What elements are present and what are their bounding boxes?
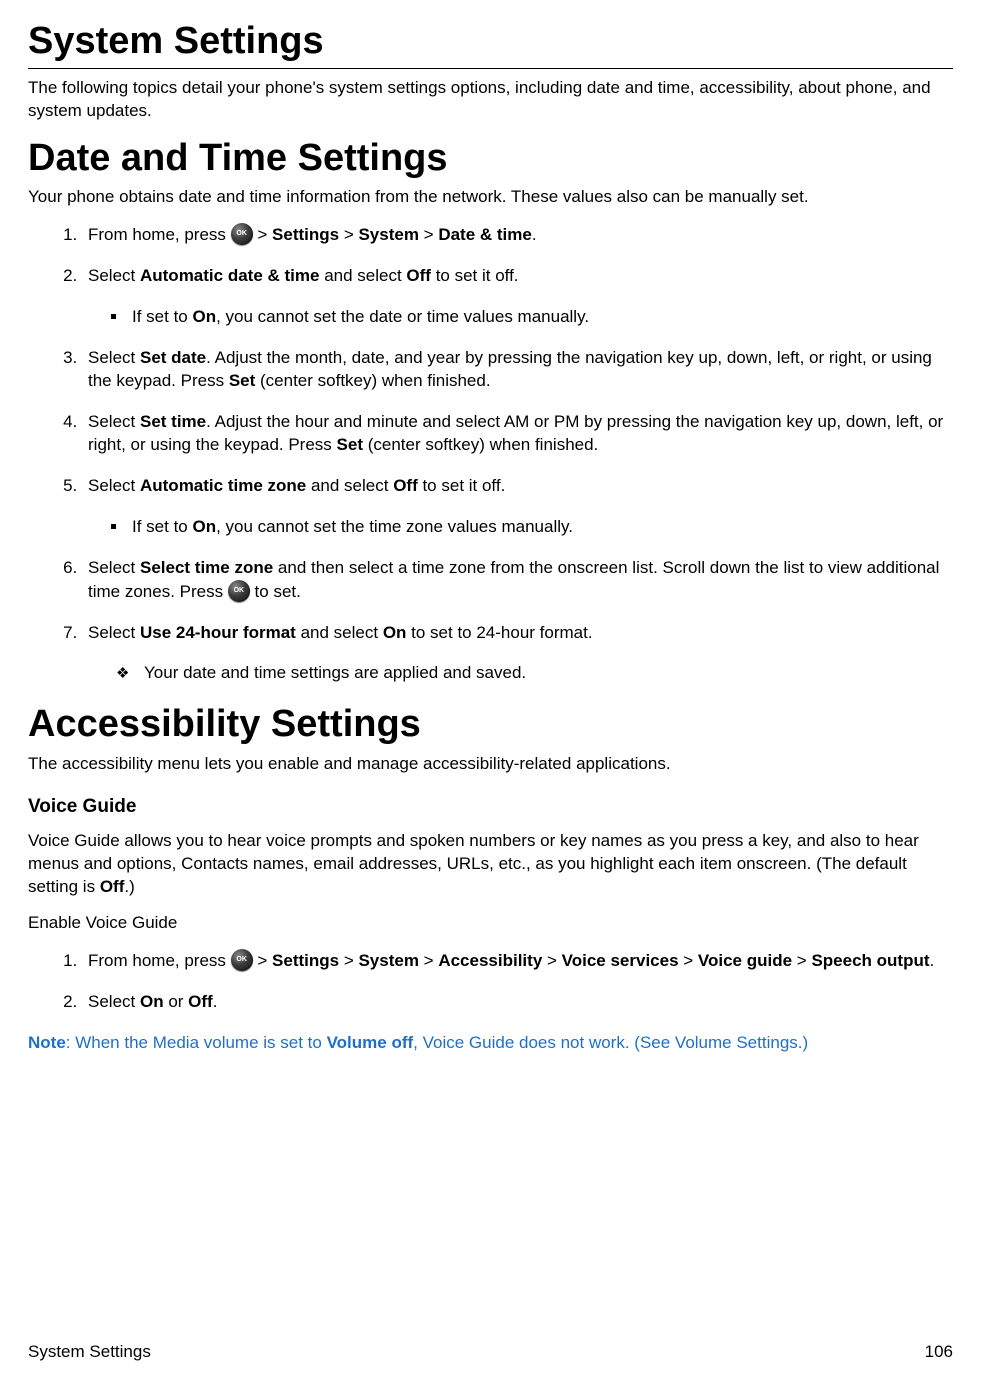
footer-section-name: System Settings bbox=[28, 1341, 151, 1364]
section-heading-accessibility: Accessibility Settings bbox=[28, 703, 953, 747]
volume-settings-link[interactable]: Volume Settings bbox=[675, 1033, 798, 1052]
footer-page-number: 106 bbox=[925, 1341, 953, 1364]
note-paragraph: Note: When the Media volume is set to Vo… bbox=[28, 1032, 953, 1055]
list-item: Your date and time settings are applied … bbox=[120, 662, 953, 685]
list-item: Select Set date. Adjust the month, date,… bbox=[82, 347, 953, 393]
list-item: If set to On, you cannot set the date or… bbox=[128, 306, 953, 329]
list-item: Select Use 24-hour format and select On … bbox=[82, 622, 953, 686]
list-item: From home, press > Settings > System > D… bbox=[82, 223, 953, 247]
page-footer: System Settings 106 bbox=[28, 1341, 953, 1364]
list-item: From home, press > Settings > System > A… bbox=[82, 949, 953, 973]
date-time-intro: Your phone obtains date and time informa… bbox=[28, 186, 953, 209]
sub-list: Your date and time settings are applied … bbox=[88, 662, 953, 685]
subheading-voice-guide: Voice Guide bbox=[28, 794, 953, 820]
list-item: Select Set time. Adjust the hour and min… bbox=[82, 411, 953, 457]
list-item: Select Automatic time zone and select Of… bbox=[82, 475, 953, 539]
sub-list: If set to On, you cannot set the time zo… bbox=[88, 516, 953, 539]
page-title: System Settings bbox=[28, 20, 953, 69]
ok-button-icon bbox=[231, 223, 253, 245]
list-item: Select On or Off. bbox=[82, 991, 953, 1014]
list-item: If set to On, you cannot set the time zo… bbox=[128, 516, 953, 539]
ok-button-icon bbox=[228, 580, 250, 602]
note-label: Note bbox=[28, 1033, 66, 1052]
sub-list: If set to On, you cannot set the date or… bbox=[88, 306, 953, 329]
enable-voice-guide-label: Enable Voice Guide bbox=[28, 912, 953, 935]
voice-guide-description: Voice Guide allows you to hear voice pro… bbox=[28, 830, 953, 899]
list-item: Select Select time zone and then select … bbox=[82, 557, 953, 604]
date-time-steps: From home, press > Settings > System > D… bbox=[28, 223, 953, 685]
list-item: Select Automatic date & time and select … bbox=[82, 265, 953, 329]
voice-guide-steps: From home, press > Settings > System > A… bbox=[28, 949, 953, 1014]
section-heading-date-time: Date and Time Settings bbox=[28, 137, 953, 181]
intro-paragraph: The following topics detail your phone's… bbox=[28, 77, 953, 123]
ok-button-icon bbox=[231, 949, 253, 971]
accessibility-intro: The accessibility menu lets you enable a… bbox=[28, 753, 953, 776]
